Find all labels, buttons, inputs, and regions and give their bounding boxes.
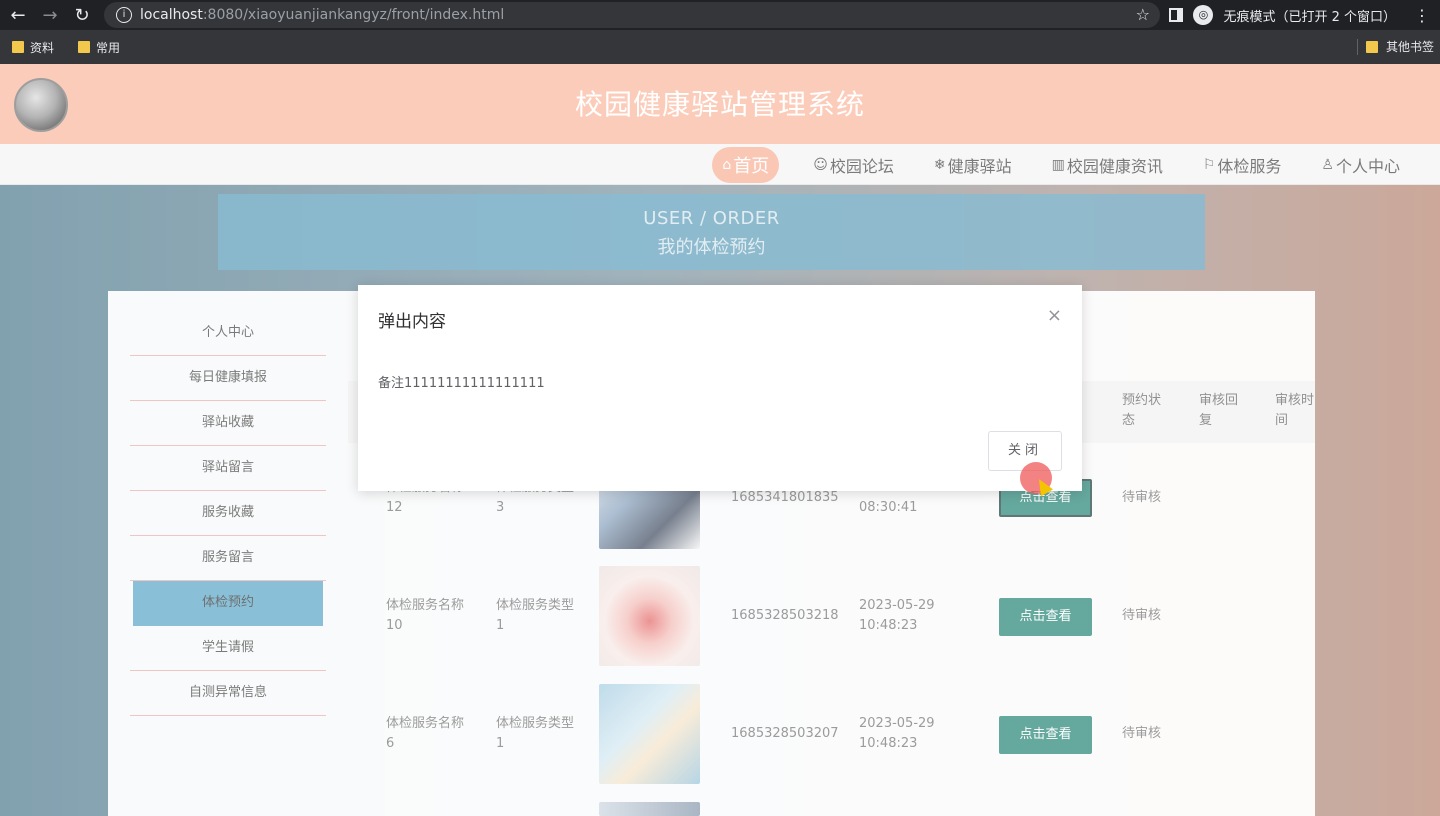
popup-dialog: 弹出内容 × 备注11111111111111111 关闭 bbox=[358, 285, 1082, 491]
bookmark-folder[interactable]: 常用 bbox=[78, 39, 120, 56]
url-host: localhost bbox=[140, 7, 203, 23]
other-bookmarks[interactable]: 其他书签 bbox=[1386, 38, 1434, 55]
dialog-body: 备注11111111111111111 bbox=[378, 376, 545, 391]
bookmark-star-icon[interactable]: ☆ bbox=[1136, 5, 1150, 24]
address-bar[interactable]: i localhost:8080/xiaoyuanjiankangyz/fron… bbox=[104, 2, 1160, 28]
incognito-icon: ◎ bbox=[1193, 5, 1214, 25]
reload-icon[interactable]: ↻ bbox=[66, 5, 98, 26]
side-panel-icon[interactable] bbox=[1169, 8, 1184, 22]
more-menu-icon[interactable]: ⋮ bbox=[1414, 6, 1430, 25]
forward-icon[interactable]: → bbox=[34, 5, 66, 26]
folder-icon bbox=[1365, 40, 1378, 53]
back-icon[interactable]: ← bbox=[2, 5, 34, 26]
close-icon[interactable]: × bbox=[1047, 305, 1062, 326]
bookmarks-bar: 资料 常用 其他书签 bbox=[0, 30, 1440, 64]
info-icon[interactable]: i bbox=[116, 7, 132, 23]
folder-icon bbox=[78, 41, 91, 53]
dialog-title: 弹出内容 bbox=[378, 312, 446, 332]
folder-icon bbox=[12, 41, 24, 53]
page-viewport: 校园健康驿站管理系统 ⌂ 首页 ☺ 校园论坛 ❄ 健康驿站 ▥ 校园健康资讯 ⚐ 体检服务… bbox=[0, 64, 1440, 816]
browser-toolbar: ← → ↻ i localhost:8080/xiaoyuanjiankangy… bbox=[0, 0, 1440, 30]
bookmark-folder[interactable]: 资料 bbox=[12, 39, 54, 56]
incognito-label[interactable]: 无痕模式（已打开 2 个窗口） bbox=[1223, 6, 1396, 25]
url-path: :8080/xiaoyuanjiankangyz/front/index.htm… bbox=[202, 7, 505, 23]
